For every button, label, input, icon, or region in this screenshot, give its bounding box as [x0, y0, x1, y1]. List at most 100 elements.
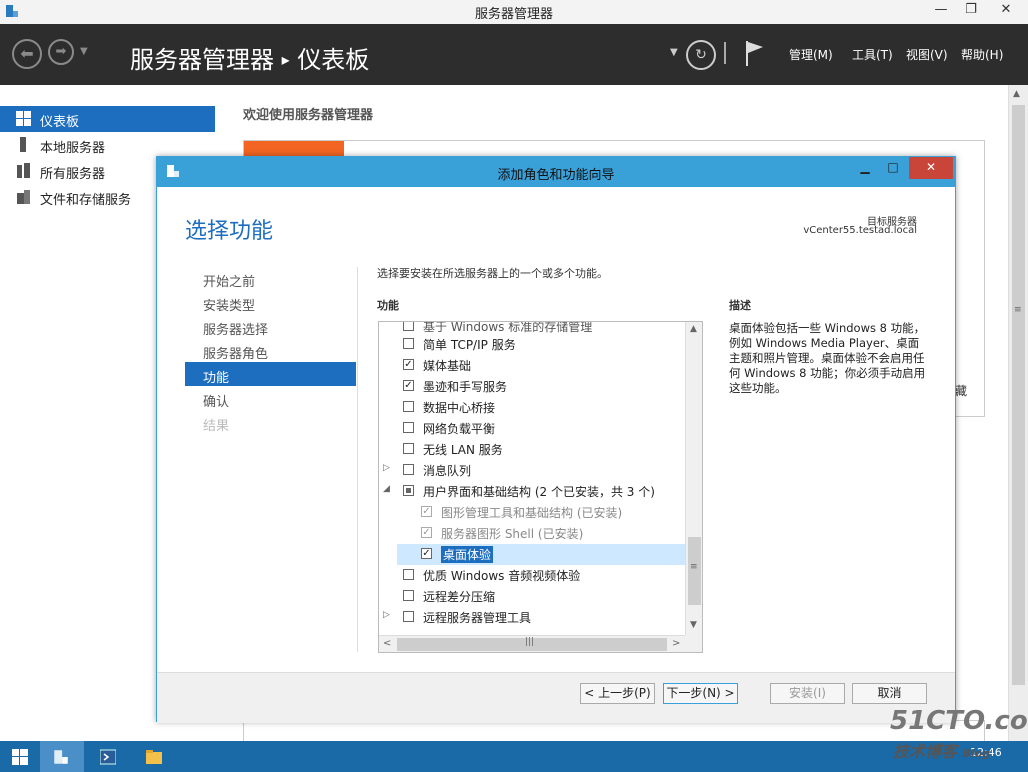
feature-label: 简单 TCP/IP 服务 — [423, 338, 516, 352]
checkbox[interactable] — [403, 443, 414, 454]
app-titlebar: 服务器管理器 — ❐ ✕ — [0, 0, 1028, 25]
lower-panel — [243, 720, 985, 741]
step-confirmation[interactable]: 确认 — [203, 391, 229, 410]
breadcrumb-separator-icon: ▸ — [281, 50, 290, 69]
history-dropdown-icon[interactable]: ▼ — [80, 46, 88, 57]
scroll-right-icon[interactable]: > — [672, 638, 680, 649]
close-button[interactable]: ✕ — [986, 0, 1026, 22]
start-button[interactable] — [0, 741, 44, 772]
checkbox[interactable] — [403, 590, 414, 601]
scroll-grip-icon: ≡ — [690, 562, 698, 572]
features-heading: 功能 — [377, 299, 399, 312]
scroll-down-icon[interactable]: ▼ — [690, 620, 697, 630]
step-results: 结果 — [203, 419, 230, 434]
feature-row[interactable]: ▷ 消息队列 — [379, 460, 684, 481]
list-horizontal-scrollbar[interactable]: < ||| > — [379, 635, 685, 652]
description-text: 桌面体验包括一些 Windows 8 功能，例如 Windows Media P… — [729, 321, 926, 395]
feature-row[interactable]: 无线 LAN 服务 — [379, 439, 684, 460]
checkbox[interactable]: ✓ — [403, 380, 414, 391]
servers-icon — [17, 163, 30, 178]
checkbox[interactable] — [403, 569, 414, 580]
feature-label: 媒体基础 — [423, 359, 472, 373]
feature-row[interactable]: 网络负载平衡 — [379, 418, 684, 439]
step-install-type[interactable]: 安装类型 — [203, 295, 255, 314]
feature-label: 远程差分压缩 — [423, 590, 496, 604]
restore-button[interactable]: ❐ — [956, 0, 986, 22]
checkbox[interactable] — [403, 464, 414, 475]
step-server-roles[interactable]: 服务器角色 — [203, 343, 268, 362]
taskbar-explorer[interactable] — [132, 741, 176, 772]
scroll-up-icon[interactable]: ▲ — [1013, 89, 1020, 99]
menu-help[interactable]: 帮助(H) — [961, 46, 1003, 63]
feature-row[interactable]: 远程差分压缩 — [379, 586, 684, 607]
step-before-begin[interactable]: 开始之前 — [203, 271, 255, 290]
dialog-titlebar: 添加角色和功能向导 ▁ □ ✕ — [157, 157, 955, 187]
checkbox[interactable] — [403, 401, 414, 412]
menu-view[interactable]: 视图(V) — [906, 46, 948, 63]
sidebar-item-label: 本地服务器 — [40, 141, 106, 156]
feature-row[interactable]: ◢ 用户界面和基础结构 (2 个已安装，共 3 个) — [379, 481, 684, 502]
checkbox[interactable]: ✓ — [421, 548, 432, 559]
feature-row[interactable]: 简单 TCP/IP 服务 — [379, 334, 684, 355]
menu-manage[interactable]: 管理(M) — [789, 46, 833, 63]
step-server-selection[interactable]: 服务器选择 — [203, 319, 268, 338]
checkbox[interactable] — [403, 338, 414, 349]
step-features[interactable]: 功能 — [203, 367, 229, 386]
feature-label: 数据中心桥接 — [423, 401, 496, 415]
features-tree[interactable]: 基于 Windows 标准的存储管理 简单 TCP/IP 服务 ✓ 媒体基础 ✓… — [378, 321, 703, 653]
feature-row[interactable]: ✓ 图形管理工具和基础结构 (已安装) — [379, 502, 684, 523]
feature-row[interactable]: 优质 Windows 音频视频体验 — [379, 565, 684, 586]
list-vertical-scrollbar[interactable]: ▲ ≡ ▼ — [685, 322, 702, 635]
taskbar-powershell[interactable] — [86, 741, 130, 772]
feature-row[interactable]: 数据中心桥接 — [379, 397, 684, 418]
folder-icon — [146, 750, 162, 764]
page-title: 选择功能 — [185, 219, 274, 244]
cancel-button[interactable]: 取消 — [852, 683, 927, 704]
expand-arrow-icon[interactable]: ▷ — [383, 463, 390, 473]
checkbox[interactable] — [403, 322, 414, 331]
taskbar-server-manager[interactable] — [40, 741, 84, 772]
feature-row[interactable]: ✓ 墨迹和手写服务 — [379, 376, 684, 397]
dialog-minimize-button[interactable]: ▁ — [851, 157, 879, 179]
description-heading: 描述 — [729, 299, 751, 312]
scroll-grip-icon: ≡ — [1014, 305, 1022, 315]
back-icon[interactable]: ⬅ — [12, 39, 42, 69]
main-scrollbar[interactable]: ▲ ≡ — [1008, 85, 1028, 741]
scroll-left-icon[interactable]: < — [383, 638, 391, 649]
sidebar-item-dashboard[interactable]: 仪表板 — [0, 106, 215, 132]
dropdown-icon[interactable]: ▼ — [670, 47, 678, 58]
scroll-corner — [685, 635, 702, 652]
checkbox[interactable] — [403, 611, 414, 622]
divider — [357, 267, 358, 652]
feature-row[interactable]: ✓ 服务器图形 Shell (已安装) — [379, 523, 684, 544]
feature-label: 优质 Windows 音频视频体验 — [423, 569, 581, 583]
feature-row[interactable]: ▷ 远程服务器管理工具 — [379, 607, 684, 628]
dialog-close-button[interactable]: ✕ — [909, 157, 953, 179]
previous-button[interactable]: < 上一步(P) — [580, 683, 655, 704]
server-manager-icon — [54, 750, 68, 764]
feature-label: 基于 Windows 标准的存储管理 — [423, 321, 593, 334]
breadcrumb-root[interactable]: 服务器管理器 — [130, 46, 274, 74]
checkbox: ✓ — [421, 527, 432, 538]
checkbox-partial[interactable] — [403, 485, 414, 496]
expand-arrow-icon[interactable]: ▷ — [383, 610, 390, 620]
collapse-arrow-icon[interactable]: ◢ — [383, 484, 390, 494]
scroll-thumb[interactable] — [1012, 105, 1025, 685]
scroll-up-icon[interactable]: ▲ — [690, 324, 697, 334]
next-button[interactable]: 下一步(N) > — [663, 683, 738, 704]
checkbox[interactable] — [403, 422, 414, 433]
feature-row-selected[interactable]: ✓ 桌面体验 — [379, 544, 684, 565]
notifications-flag-icon[interactable] — [744, 39, 766, 67]
forward-icon[interactable]: ➡ — [48, 39, 74, 65]
checkbox[interactable]: ✓ — [403, 359, 414, 370]
install-button: 安装(I) — [770, 683, 845, 704]
refresh-icon[interactable]: ↻ — [686, 40, 716, 70]
feature-row[interactable]: ✓ 媒体基础 — [379, 355, 684, 376]
menu-tools[interactable]: 工具(T) — [852, 46, 893, 63]
add-roles-wizard-dialog: 添加角色和功能向导 ▁ □ ✕ 选择功能 目标服务器 vCenter55.tes… — [156, 156, 956, 723]
minimize-button[interactable]: — — [926, 0, 956, 22]
sidebar-item-local-server[interactable]: 本地服务器 — [0, 132, 215, 158]
feature-label: 用户界面和基础结构 (2 个已安装，共 3 个) — [423, 485, 655, 499]
watermark-subtitle: 技术博客 Blog — [893, 742, 991, 761]
dialog-maximize-button[interactable]: □ — [879, 157, 907, 179]
